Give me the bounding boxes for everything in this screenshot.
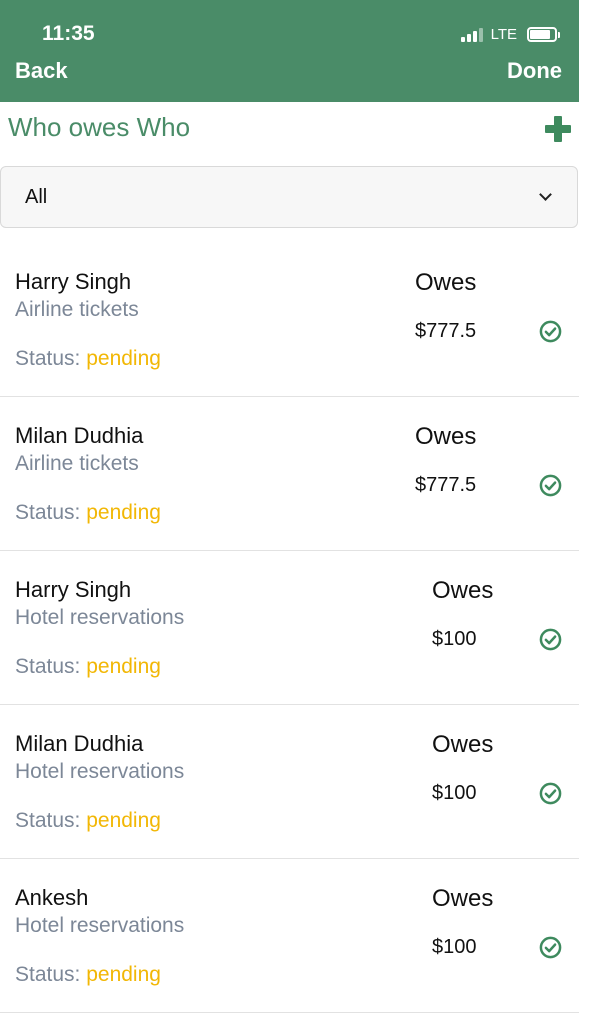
owes-label: Owes [432,731,494,758]
item-amount: $777.5 [415,320,477,342]
status-value: pending [86,655,161,678]
list-item: Harry Singh Airline tickets Status: pend… [0,243,579,397]
network-type: LTE [490,26,517,43]
status-label: Status: [15,655,81,678]
plus-icon[interactable] [545,116,571,142]
filter-dropdown[interactable]: All [0,166,578,228]
item-description: Hotel reservations [15,760,185,783]
item-amount: $100 [432,782,477,804]
item-name: Harry Singh [15,269,132,294]
battery-icon [527,27,560,42]
filter-selected-value: All [25,186,48,208]
list-item: Milan Dudhia Hotel reservations Status: … [0,705,579,859]
owes-label: Owes [432,885,494,912]
status-value: pending [86,963,161,986]
check-circle-icon[interactable] [539,474,562,497]
item-status: Status: pending [15,963,161,987]
status-time: 11:35 [42,22,95,45]
item-name: Milan Dudhia [15,731,144,756]
owes-label: Owes [415,423,477,450]
status-label: Status: [15,347,81,370]
status-value: pending [86,347,161,370]
item-amount: $100 [432,628,477,650]
list-item: Milan Dudhia Airline tickets Status: pen… [0,397,579,551]
status-label: Status: [15,809,81,832]
status-indicators: LTE [460,26,560,43]
item-name: Harry Singh [15,577,132,602]
item-name: Ankesh [15,885,89,910]
chevron-down-icon [539,188,552,201]
item-name: Milan Dudhia [15,423,144,448]
done-button[interactable]: Done [507,58,562,84]
check-circle-icon[interactable] [539,320,562,343]
status-label: Status: [15,501,81,524]
status-value: pending [86,501,161,524]
debt-list: Harry Singh Airline tickets Status: pend… [0,243,579,1013]
item-amount: $777.5 [415,474,477,496]
header-bar: 11:35 LTE Back Done [0,0,579,102]
owes-label: Owes [432,577,494,604]
item-status: Status: pending [15,501,161,525]
page-title: Who owes Who [8,112,191,142]
owes-label: Owes [415,269,477,296]
item-description: Hotel reservations [15,606,185,629]
status-value: pending [86,809,161,832]
item-description: Airline tickets [15,298,139,321]
list-item: Harry Singh Hotel reservations Status: p… [0,551,579,705]
screen: 11:35 LTE Back Done Who owes Who All Har… [0,0,595,1024]
item-description: Airline tickets [15,452,139,475]
check-circle-icon[interactable] [539,782,562,805]
item-status: Status: pending [15,809,161,833]
check-circle-icon[interactable] [539,628,562,651]
item-status: Status: pending [15,347,161,371]
list-item: Ankesh Hotel reservations Status: pendin… [0,859,579,1013]
check-circle-icon[interactable] [539,936,562,959]
item-description: Hotel reservations [15,914,185,937]
back-button[interactable]: Back [15,58,68,84]
item-amount: $100 [432,936,477,958]
item-status: Status: pending [15,655,161,679]
status-label: Status: [15,963,81,986]
signal-icon [460,27,483,42]
